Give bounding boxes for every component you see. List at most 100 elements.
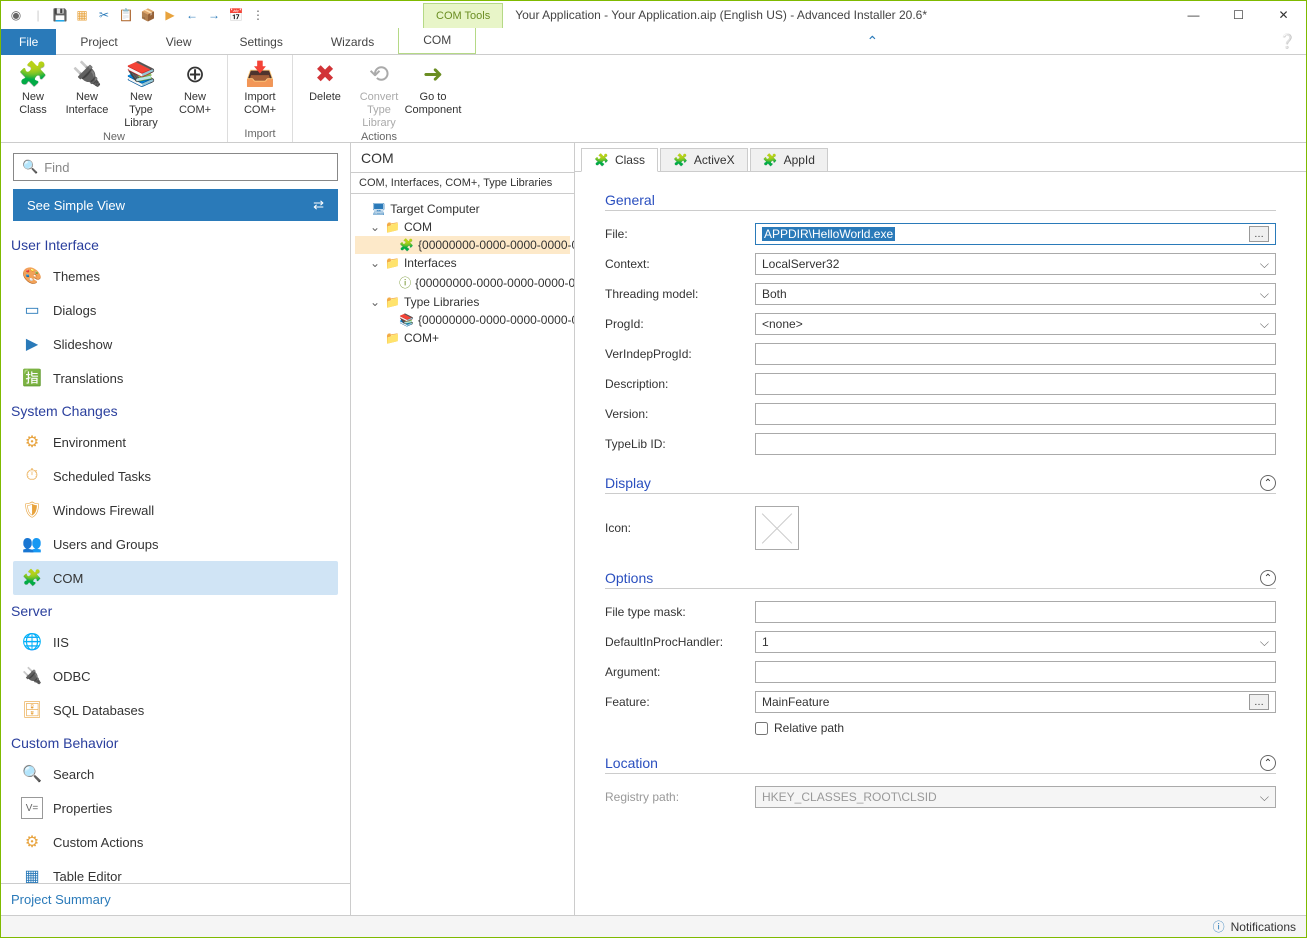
- sidebar-item-translations[interactable]: 🈯Translations: [13, 361, 338, 395]
- collapse-icon[interactable]: ⌃: [1260, 570, 1276, 586]
- description-field[interactable]: [755, 373, 1276, 395]
- regpath-dropdown: HKEY_CLASSES_ROOT\CLSID: [755, 786, 1276, 808]
- sidebar-item-search[interactable]: 🔍Search: [13, 757, 338, 791]
- feature-browse-button[interactable]: …: [1249, 694, 1269, 710]
- run-icon[interactable]: ▶: [161, 6, 179, 24]
- activex-tab-icon: 🧩: [673, 153, 688, 167]
- ftmask-field[interactable]: [755, 601, 1276, 623]
- interface-icon: 🔌: [71, 59, 103, 91]
- project-summary-link[interactable]: Project Summary: [1, 883, 350, 915]
- menu-wizards[interactable]: Wizards: [307, 29, 398, 55]
- relative-path-input[interactable]: [755, 722, 768, 735]
- ribbon-group-actions-label: Actions: [301, 131, 457, 143]
- grid-icon[interactable]: ▦: [73, 6, 91, 24]
- notification-icon[interactable]: ⓘ: [1213, 918, 1225, 935]
- section-options: Options⌃: [605, 570, 1276, 589]
- typelibid-field[interactable]: [755, 433, 1276, 455]
- maximize-button[interactable]: ☐: [1216, 1, 1261, 29]
- sidebar-item-sql[interactable]: 🗄SQL Databases: [13, 693, 338, 727]
- notifications-label[interactable]: Notifications: [1231, 920, 1296, 934]
- paste-icon[interactable]: 📋: [117, 6, 135, 24]
- feature-field[interactable]: MainFeature…: [755, 691, 1276, 713]
- sidebar-item-scheduled-tasks[interactable]: ⏱Scheduled Tasks: [13, 459, 338, 493]
- tree-typelib-guid[interactable]: ⌄📚{00000000-0000-0000-0000-000000000000}: [355, 311, 570, 329]
- tree-com-guid[interactable]: ⌄🧩{00000000-0000-0000-0000-000000000000}: [355, 236, 570, 254]
- package-icon[interactable]: 📦: [139, 6, 157, 24]
- convert-icon: ⟲: [363, 59, 395, 91]
- delete-button[interactable]: ✖Delete: [301, 59, 349, 131]
- collapse-icon[interactable]: ⌃: [1260, 755, 1276, 771]
- menu-project[interactable]: Project: [56, 29, 141, 55]
- menu-view[interactable]: View: [142, 29, 216, 55]
- sidebar-item-slideshow[interactable]: ▶Slideshow: [13, 327, 338, 361]
- new-class-button[interactable]: 🧩New Class: [9, 59, 57, 131]
- sidebar-item-odbc[interactable]: 🔌ODBC: [13, 659, 338, 693]
- tree-typelibs[interactable]: ⌄📁Type Libraries: [355, 293, 570, 311]
- sidebar-item-dialogs[interactable]: ▭Dialogs: [13, 293, 338, 327]
- menu-file[interactable]: File: [1, 29, 56, 55]
- tree-interface-guid[interactable]: ⌄ⓘ{00000000-0000-0000-0000-000000000000}: [355, 272, 570, 293]
- menu-com[interactable]: COM: [398, 28, 476, 54]
- find-input[interactable]: 🔍Find: [13, 153, 338, 181]
- ribbon-collapse-icon[interactable]: ⌃: [867, 33, 889, 50]
- import-icon: 📥: [244, 59, 276, 91]
- menu-settings[interactable]: Settings: [216, 29, 307, 55]
- relative-path-checkbox[interactable]: Relative path: [755, 721, 844, 735]
- icon-placeholder[interactable]: [755, 506, 799, 550]
- tab-class[interactable]: 🧩Class: [581, 148, 658, 172]
- translations-icon: 🈯: [21, 367, 43, 389]
- argument-field[interactable]: [755, 661, 1276, 683]
- sidebar-item-properties[interactable]: V=Properties: [13, 791, 338, 825]
- diph-dropdown[interactable]: 1: [755, 631, 1276, 653]
- import-complus-button[interactable]: 📥Import COM+: [236, 59, 284, 128]
- com-icon: 🧩: [21, 567, 43, 589]
- sidebar-item-com[interactable]: 🧩COM: [13, 561, 338, 595]
- sidebar-item-iis[interactable]: 🌐IIS: [13, 625, 338, 659]
- forward-icon[interactable]: →: [205, 6, 223, 24]
- sidebar-item-themes[interactable]: 🎨Themes: [13, 259, 338, 293]
- tab-activex[interactable]: 🧩ActiveX: [660, 148, 748, 172]
- firewall-icon: 🛡: [21, 499, 43, 521]
- sidebar-item-custom-actions[interactable]: ⚙Custom Actions: [13, 825, 338, 859]
- help-icon[interactable]: ❔: [1279, 33, 1306, 50]
- qat-separator: |: [29, 6, 47, 24]
- file-browse-button[interactable]: …: [1249, 226, 1269, 242]
- qat-dropdown-icon[interactable]: ⋮: [249, 6, 267, 24]
- new-type-library-button[interactable]: 📚New Type Library: [117, 59, 165, 131]
- sidebar-item-users-groups[interactable]: 👥Users and Groups: [13, 527, 338, 561]
- collapse-icon[interactable]: ⌃: [1260, 475, 1276, 491]
- back-icon[interactable]: ←: [183, 6, 201, 24]
- goto-component-button[interactable]: ➜Go to Component: [409, 59, 457, 131]
- iface-icon: ⓘ: [399, 274, 411, 291]
- tree-com[interactable]: ⌄📁COM: [355, 218, 570, 236]
- calendar-icon[interactable]: 📅: [227, 6, 245, 24]
- goto-icon: ➜: [417, 59, 449, 91]
- new-complus-button[interactable]: ⊕New COM+: [171, 59, 219, 131]
- minimize-button[interactable]: —: [1171, 1, 1216, 29]
- menu-bar: File Project View Settings Wizards COM ⌃…: [1, 29, 1306, 55]
- typelibid-label: TypeLib ID:: [605, 437, 755, 451]
- verindep-field[interactable]: [755, 343, 1276, 365]
- cut-icon[interactable]: ✂: [95, 6, 113, 24]
- sidebar-item-firewall[interactable]: 🛡Windows Firewall: [13, 493, 338, 527]
- tree-complus[interactable]: ⌄📁COM+: [355, 329, 570, 347]
- version-field[interactable]: [755, 403, 1276, 425]
- file-field[interactable]: APPDIR\HelloWorld.exe…: [755, 223, 1276, 245]
- ftmask-label: File type mask:: [605, 605, 755, 619]
- context-dropdown[interactable]: LocalServer32: [755, 253, 1276, 275]
- com-tree[interactable]: ⌄🖥Target Computer ⌄📁COM ⌄🧩{00000000-0000…: [351, 194, 574, 353]
- tree-target-computer[interactable]: ⌄🖥Target Computer: [355, 200, 570, 218]
- tab-appid[interactable]: 🧩AppId: [750, 148, 828, 172]
- close-button[interactable]: ✕: [1261, 1, 1306, 29]
- com-tree-panel: COM COM, Interfaces, COM+, Type Librarie…: [351, 143, 575, 915]
- odbc-icon: 🔌: [21, 665, 43, 687]
- save-icon[interactable]: 💾: [51, 6, 69, 24]
- new-interface-button[interactable]: 🔌New Interface: [63, 59, 111, 131]
- threading-dropdown[interactable]: Both: [755, 283, 1276, 305]
- simple-view-button[interactable]: See Simple View⇄: [13, 189, 338, 221]
- tree-interfaces[interactable]: ⌄📁Interfaces: [355, 254, 570, 272]
- sidebar-item-environment[interactable]: ⚙Environment: [13, 425, 338, 459]
- section-general: General: [605, 192, 1276, 211]
- progid-dropdown[interactable]: <none>: [755, 313, 1276, 335]
- version-label: Version:: [605, 407, 755, 421]
